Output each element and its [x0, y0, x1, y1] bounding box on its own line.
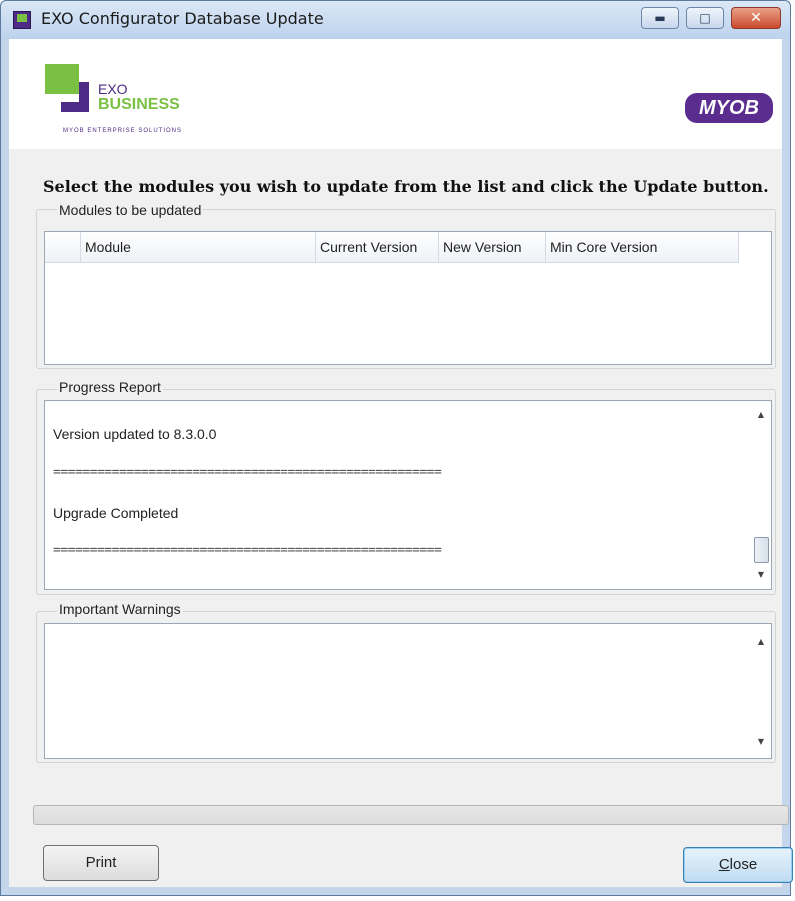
column-header-min-core-version[interactable]: Min Core Version	[546, 232, 739, 262]
modules-list[interactable]: Module Current Version New Version Min C…	[44, 231, 772, 365]
modules-group-label: Modules to be updated	[57, 202, 204, 218]
warnings-text[interactable]: ▲ ▼	[44, 623, 772, 759]
column-header-module[interactable]: Module	[81, 232, 316, 262]
progress-line: ========================================…	[53, 465, 442, 480]
dialog-body: EXO BUSINESS MYOB ENTERPRISE SOLUTIONS M…	[9, 39, 793, 887]
maximize-button[interactable]: □	[686, 7, 724, 29]
myob-logo: MYOB	[685, 93, 773, 123]
print-button[interactable]: Print	[43, 845, 159, 881]
progress-line: Version updated to 8.3.0.0	[53, 426, 217, 442]
title-bar[interactable]: EXO Configurator Database Update ▬ □ ✕	[1, 1, 790, 39]
column-header-new-version[interactable]: New Version	[439, 232, 546, 262]
scroll-down-arrow-icon[interactable]: ▼	[751, 565, 771, 585]
modules-list-header: Module Current Version New Version Min C…	[45, 232, 739, 263]
app-icon	[13, 11, 31, 29]
scroll-up-arrow-icon[interactable]: ▲	[751, 405, 771, 425]
progress-line: ========================================…	[53, 543, 442, 558]
scroll-down-arrow-icon[interactable]: ▼	[751, 732, 771, 752]
close-button[interactable]: Close	[683, 847, 793, 883]
exo-logo-purple-base	[61, 102, 89, 112]
minimize-button[interactable]: ▬	[641, 7, 679, 29]
instruction-text: Select the modules you wish to update fr…	[43, 177, 769, 196]
window-title: EXO Configurator Database Update	[41, 9, 324, 28]
column-header-blank[interactable]	[45, 232, 81, 262]
close-button-mnemonic: C	[718, 856, 730, 873]
logo-tagline: MYOB ENTERPRISE SOLUTIONS	[63, 128, 183, 134]
scroll-up-arrow-icon[interactable]: ▲	[751, 632, 771, 652]
close-icon: ✕	[750, 10, 762, 26]
column-header-current-version[interactable]: Current Version	[316, 232, 439, 262]
update-progress-bar	[33, 805, 789, 825]
warnings-scrollbar[interactable]: ▲ ▼	[751, 624, 771, 758]
progress-report-label: Progress Report	[57, 379, 163, 395]
maximize-icon: □	[699, 11, 711, 25]
progress-line: Upgrade Completed	[53, 505, 179, 521]
logo-business-text: BUSINESS	[98, 96, 180, 113]
close-button-label: lose	[729, 856, 758, 873]
logo-exo-text: EXO	[98, 81, 128, 97]
minimize-icon: ▬	[654, 11, 666, 25]
scroll-thumb[interactable]	[754, 537, 769, 563]
app-window: EXO Configurator Database Update ▬ □ ✕ E…	[0, 0, 793, 896]
close-window-button[interactable]: ✕	[731, 7, 781, 29]
progress-report-text[interactable]: Version updated to 8.3.0.0 =============…	[44, 400, 772, 590]
progress-scrollbar[interactable]: ▲ ▼	[751, 401, 771, 589]
logo-banner: EXO BUSINESS MYOB ENTERPRISE SOLUTIONS M…	[9, 39, 782, 149]
exo-logo-green-square	[45, 64, 79, 94]
warnings-label: Important Warnings	[57, 601, 183, 617]
